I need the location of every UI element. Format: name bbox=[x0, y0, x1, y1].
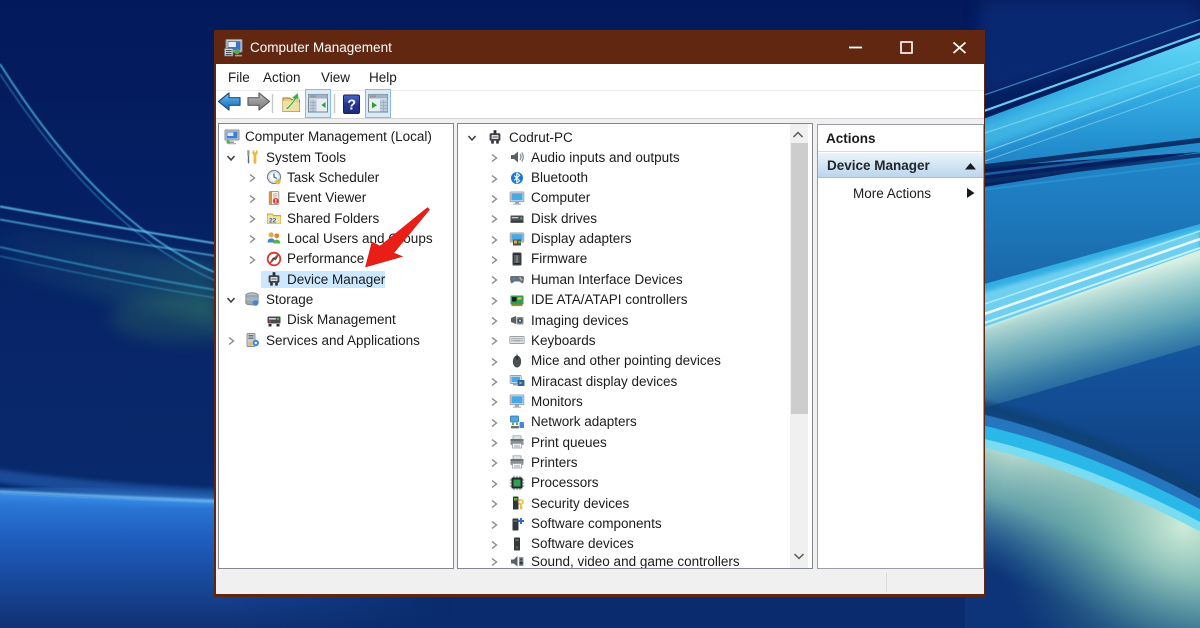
svg-text:?: ? bbox=[347, 98, 356, 114]
